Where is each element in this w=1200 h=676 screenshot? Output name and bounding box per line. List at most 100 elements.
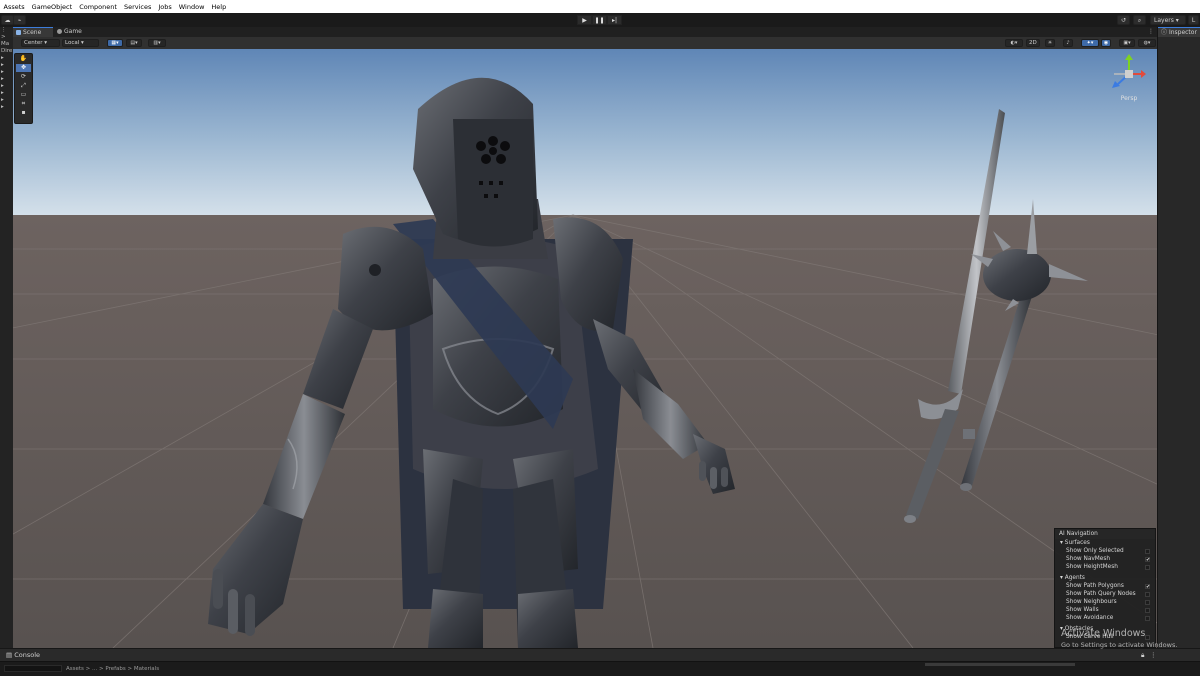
toggle-label: Show Only Selected (1066, 548, 1124, 554)
audio-icon[interactable]: ♪ (1063, 39, 1073, 47)
toggle-show-neighbours[interactable]: Show Neighbours (1055, 598, 1155, 606)
hierarchy-item[interactable]: ▸ (0, 83, 13, 90)
inspector-panel: ⓘ Inspector (1157, 27, 1200, 648)
checkbox-show-walls[interactable] (1145, 607, 1150, 613)
history-icon[interactable]: ↺ (1117, 15, 1130, 25)
camera-icon[interactable]: ▣▾ (1119, 39, 1135, 47)
move-icon: ✥ (20, 64, 27, 71)
hand-tool[interactable]: ✋ (16, 55, 31, 63)
menu-help[interactable]: Help (208, 3, 230, 11)
transform-tool[interactable]: ⌗ (16, 100, 31, 108)
tab-inspector[interactable]: ⓘ Inspector (1158, 27, 1200, 37)
tab-game-label: Game (64, 28, 82, 35)
toggle-label: Show HeightMesh (1066, 564, 1118, 570)
toggle-label: Show Avoidance (1066, 615, 1114, 621)
gizmos-icon[interactable]: ◍▾ (1138, 39, 1156, 47)
hierarchy-menu-icon[interactable]: ⋮ (0, 27, 13, 34)
status-bar: Assets > ... > Prefabs > Materials (0, 661, 1200, 676)
menu-gameobject[interactable]: GameObject (28, 3, 76, 11)
menu-bar: Assets GameObject Component Services Job… (0, 0, 1200, 13)
console-label: Console (14, 651, 41, 659)
checkbox-show-path-polygons[interactable]: ✔ (1145, 583, 1150, 589)
hierarchy-item-main[interactable]: Ma (0, 41, 13, 48)
scale-tool[interactable]: ⤢ (16, 82, 31, 90)
surfaces-section[interactable]: ▾ Surfaces (1055, 539, 1155, 547)
checkbox-show-heightmesh[interactable] (1145, 564, 1150, 570)
menu-component[interactable]: Component (76, 3, 121, 11)
step-button[interactable]: ▸| (607, 15, 622, 25)
menu-services[interactable]: Services (120, 3, 154, 11)
pivot-mode-dropdown[interactable]: Center ▾ (21, 39, 60, 47)
lock-icon[interactable]: 🔒︎ (1141, 649, 1144, 661)
console-icon: ▤ (6, 651, 13, 659)
menu-assets[interactable]: Assets (0, 3, 28, 11)
toggle-label: Show Path Query Nodes (1066, 591, 1136, 597)
hierarchy-item[interactable]: ▸ (0, 55, 13, 62)
toggle-show-avoidance[interactable]: Show Avoidance (1055, 614, 1155, 622)
hierarchy-item[interactable]: > (0, 34, 13, 41)
console-menu-icon[interactable]: ⋮ (1150, 649, 1157, 661)
toggle-label: Show Path Polygons (1066, 583, 1124, 589)
collab-icon[interactable]: ⌁ (13, 15, 26, 25)
pause-button[interactable]: ❚❚ (592, 15, 607, 25)
scene-viewport[interactable] (13, 49, 1157, 648)
toggle-show-path-polygons[interactable]: Show Path Polygons ✔ (1055, 582, 1155, 590)
hierarchy-item[interactable]: ▸ (0, 97, 13, 104)
hidden-objects-icon[interactable]: ◉ (1101, 39, 1111, 47)
hierarchy-panel: ⋮ > Ma Dire ▸ ▸ ▸ ▸ ▸ ▸ ▸ ▸ (0, 27, 14, 648)
toggle-show-navmesh[interactable]: Show NavMesh ✔ (1055, 555, 1155, 563)
custom-tool[interactable]: ▪ (16, 109, 31, 117)
mode-2d-toggle[interactable]: 2D (1026, 39, 1040, 47)
project-search-field[interactable] (4, 665, 62, 672)
grid-visibility-icon[interactable]: ▥▾ (148, 39, 166, 47)
search-icon[interactable]: ⌕ (1133, 15, 1146, 25)
tab-console[interactable]: ▤ Console (6, 649, 40, 661)
pivot-rotation-dropdown[interactable]: Local ▾ (62, 39, 99, 47)
tab-scene[interactable]: Scene (13, 27, 53, 37)
mode-2d-label: 2D (1029, 40, 1037, 46)
agents-section[interactable]: ▾ Agents (1055, 574, 1155, 582)
toggle-label: Show Walls (1066, 607, 1099, 613)
toggle-show-path-query-nodes[interactable]: Show Path Query Nodes (1055, 590, 1155, 598)
hierarchy-item[interactable]: ▸ (0, 76, 13, 83)
checkbox-show-path-query-nodes[interactable] (1145, 591, 1150, 597)
toggle-show-walls[interactable]: Show Walls (1055, 606, 1155, 614)
gizmo-persp-label: Persp (1121, 95, 1138, 102)
rotate-icon: ⟳ (20, 73, 27, 80)
hierarchy-item[interactable]: ▸ (0, 90, 13, 97)
move-tool[interactable]: ✥ (16, 64, 31, 72)
hierarchy-item-directional[interactable]: Dire (0, 48, 13, 55)
tab-inspector-label: Inspector (1168, 29, 1197, 36)
toggle-show-heightmesh[interactable]: Show HeightMesh (1055, 563, 1155, 571)
lighting-icon[interactable]: ☀ (1045, 39, 1055, 47)
layout-dropdown[interactable]: L (1188, 15, 1199, 25)
rotate-tool[interactable]: ⟳ (16, 73, 31, 81)
asset-size-slider[interactable] (925, 663, 1075, 666)
hierarchy-item[interactable]: ▸ (0, 69, 13, 76)
draw-mode-icon[interactable]: ◐▾ (1005, 39, 1023, 47)
toggle-show-only-selected[interactable]: Show Only Selected (1055, 547, 1155, 555)
rect-tool[interactable]: ▭ (16, 91, 31, 99)
menu-window[interactable]: Window (175, 3, 208, 11)
checkbox-show-navmesh[interactable]: ✔ (1145, 556, 1150, 562)
orientation-gizmo[interactable]: Persp (1108, 54, 1146, 102)
tab-game[interactable]: Game (54, 27, 97, 37)
play-button[interactable]: ▶ (577, 15, 592, 25)
menu-jobs[interactable]: Jobs (155, 3, 175, 11)
layers-label: Layers (1154, 17, 1174, 24)
effects-icon[interactable]: ✦▾ (1081, 39, 1099, 47)
ai-navigation-title: AI Navigation (1059, 531, 1098, 537)
tab-menu-icon[interactable]: ⋮ (1145, 27, 1157, 37)
checkbox-show-only-selected[interactable] (1145, 548, 1150, 554)
toggle-label: Show Neighbours (1066, 599, 1117, 605)
snap-increment-icon[interactable]: ▤▾ (126, 39, 142, 47)
activate-windows-subtitle: Go to Settings to activate Windows. (1061, 641, 1178, 649)
checkbox-show-avoidance[interactable] (1145, 615, 1150, 621)
layers-dropdown[interactable]: Layers ▾ (1150, 15, 1186, 25)
hierarchy-item[interactable]: ▸ (0, 62, 13, 69)
grid-snap-icon[interactable]: ▦▾ (107, 39, 123, 47)
hierarchy-item[interactable]: ▸ (0, 104, 13, 111)
checkbox-show-neighbours[interactable] (1145, 599, 1150, 605)
ai-navigation-header[interactable]: AI Navigation (1055, 529, 1155, 539)
gizmo-x-cone (1141, 70, 1146, 78)
